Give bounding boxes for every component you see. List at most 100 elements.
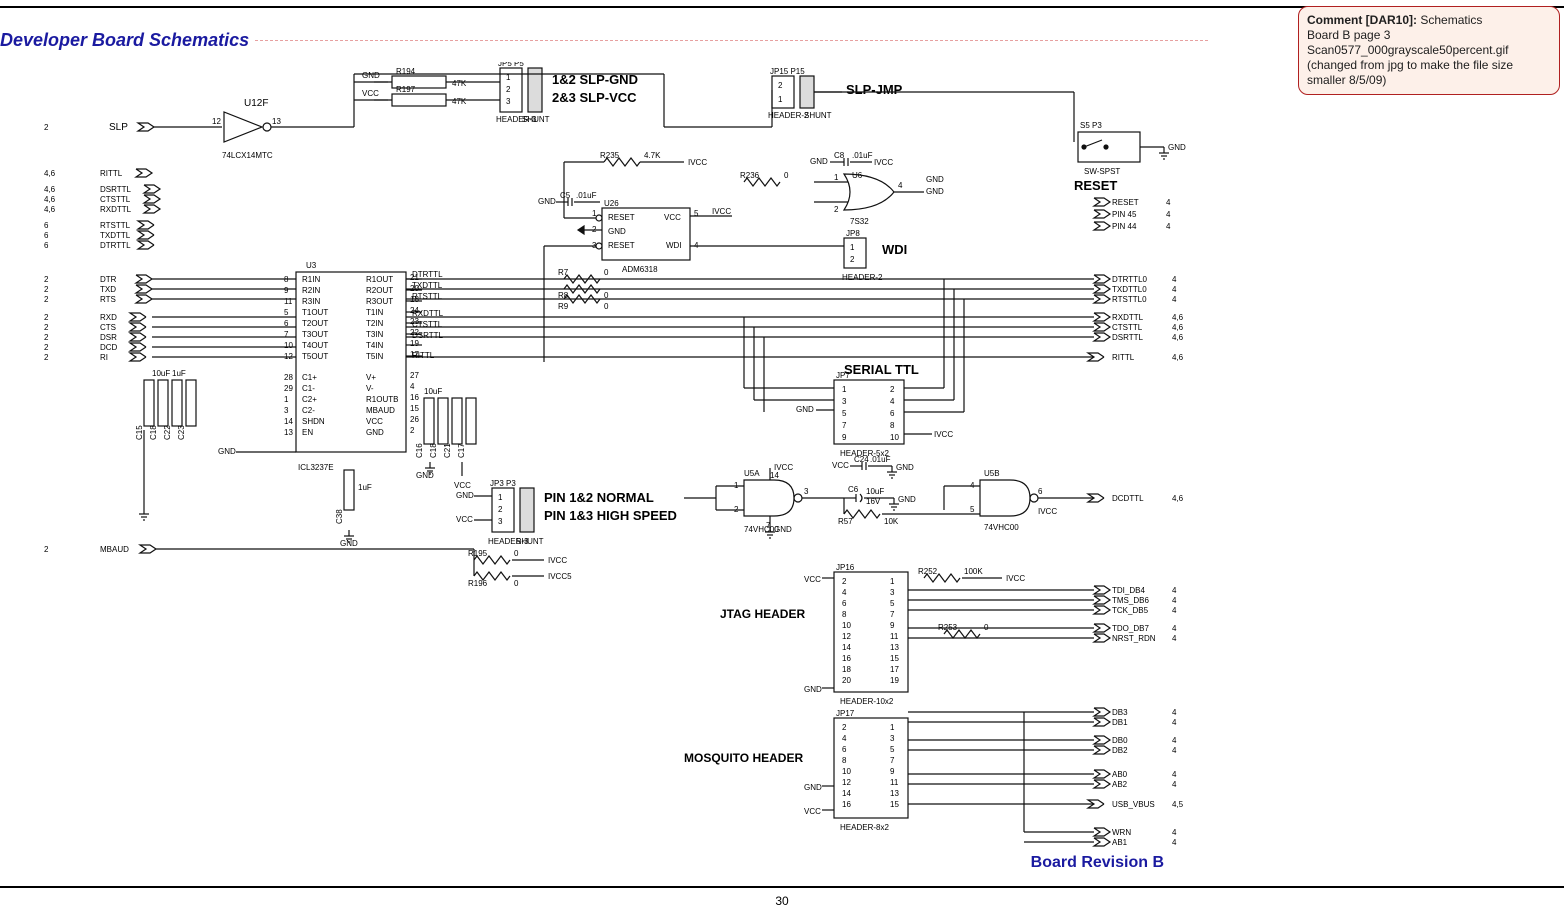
svg-text:14: 14: [842, 789, 851, 798]
svg-text:3: 3: [284, 406, 289, 415]
svg-text:NRST_RDN: NRST_RDN: [1112, 634, 1156, 643]
svg-text:DCD: DCD: [100, 343, 118, 352]
svg-text:9: 9: [890, 621, 895, 630]
svg-text:SHDN: SHDN: [302, 417, 325, 426]
svg-text:VCC: VCC: [456, 515, 473, 524]
svg-text:HEADER-2: HEADER-2: [768, 111, 809, 120]
svg-text:.01uF: .01uF: [870, 455, 891, 464]
svg-text:6: 6: [44, 231, 49, 240]
svg-text:2: 2: [44, 353, 49, 362]
svg-text:2: 2: [44, 275, 49, 284]
svg-text:DTRTTL: DTRTTL: [100, 241, 131, 250]
svg-text:1: 1: [778, 95, 783, 104]
svg-text:4: 4: [898, 181, 903, 190]
svg-text:VCC: VCC: [454, 481, 471, 490]
svg-text:2: 2: [44, 295, 49, 304]
svg-text:R1OUTB: R1OUTB: [366, 395, 398, 404]
svg-text:GND: GND: [926, 187, 944, 196]
svg-text:R9: R9: [558, 302, 569, 311]
svg-text:SW-SPST: SW-SPST: [1084, 167, 1120, 176]
svg-text:SLP: SLP: [109, 122, 128, 133]
svg-text:12: 12: [842, 778, 851, 787]
svg-text:4,6: 4,6: [44, 195, 56, 204]
svg-text:RTSTTL: RTSTTL: [100, 221, 131, 230]
svg-text:10uF: 10uF: [866, 487, 884, 496]
svg-text:7: 7: [284, 330, 289, 339]
svg-text:10uF: 10uF: [424, 387, 442, 396]
svg-text:JP16: JP16: [836, 563, 855, 572]
svg-text:C21: C21: [443, 443, 452, 458]
svg-text:DCDTTL: DCDTTL: [1112, 494, 1144, 503]
svg-text:AB2: AB2: [1112, 780, 1128, 789]
svg-text:CTSTTL: CTSTTL: [1112, 323, 1143, 332]
svg-text:GND: GND: [898, 495, 916, 504]
board-revision: Board Revision B: [1031, 854, 1164, 872]
svg-text:VCC: VCC: [804, 575, 821, 584]
svg-text:GND: GND: [416, 471, 434, 480]
svg-text:VCC: VCC: [664, 213, 681, 222]
svg-text:3: 3: [506, 97, 511, 106]
svg-text:R2IN: R2IN: [302, 286, 320, 295]
svg-text:18: 18: [842, 665, 851, 674]
svg-text:TXD: TXD: [100, 285, 116, 294]
svg-text:GND: GND: [796, 405, 814, 414]
svg-text:100K: 100K: [964, 567, 983, 576]
svg-text:RITTL: RITTL: [100, 169, 123, 178]
svg-text:9: 9: [890, 767, 895, 776]
svg-text:5: 5: [694, 209, 699, 218]
svg-text:8: 8: [890, 421, 895, 430]
svg-text:R2OUT: R2OUT: [366, 286, 393, 295]
svg-text:4: 4: [1172, 770, 1177, 779]
svg-text:4: 4: [842, 588, 847, 597]
svg-text:1: 1: [834, 173, 839, 182]
svg-text:GND: GND: [810, 157, 828, 166]
svg-text:MBAUD: MBAUD: [100, 545, 129, 554]
svg-text:RESET: RESET: [608, 213, 635, 222]
svg-text:RTSTTL: RTSTTL: [412, 292, 443, 301]
svg-text:TXDTTL: TXDTTL: [412, 281, 443, 290]
svg-text:VCC: VCC: [366, 417, 383, 426]
svg-text:0: 0: [784, 171, 789, 180]
svg-text:DSRTTL: DSRTTL: [412, 331, 444, 340]
comment-line1: Schematics: [1420, 13, 1482, 27]
svg-text:RXDTTL: RXDTTL: [412, 309, 444, 318]
svg-text:2: 2: [842, 577, 847, 586]
svg-text:16: 16: [410, 393, 419, 402]
svg-text:C6: C6: [848, 485, 859, 494]
svg-text:JTAG HEADER: JTAG HEADER: [720, 607, 805, 621]
svg-text:5: 5: [970, 505, 975, 514]
svg-text:1&2 SLP-GND: 1&2 SLP-GND: [552, 72, 638, 87]
svg-text:.01uF: .01uF: [576, 191, 597, 200]
svg-text:DSRTTL: DSRTTL: [100, 185, 132, 194]
svg-text:47K: 47K: [452, 79, 467, 88]
svg-text:DB3: DB3: [1112, 708, 1128, 717]
svg-text:6: 6: [890, 409, 895, 418]
svg-text:T1OUT: T1OUT: [302, 308, 328, 317]
svg-text:R236: R236: [740, 171, 760, 180]
svg-text:R197: R197: [396, 85, 416, 94]
svg-text:13: 13: [272, 117, 281, 126]
svg-text:U5B: U5B: [984, 469, 1000, 478]
svg-text:JP5 P5: JP5 P5: [498, 62, 524, 68]
svg-text:R7: R7: [558, 268, 569, 277]
svg-text:4: 4: [1172, 624, 1177, 633]
svg-text:3: 3: [890, 588, 895, 597]
page-number: 30: [0, 894, 1564, 908]
svg-text:T4OUT: T4OUT: [302, 341, 328, 350]
svg-text:PIN 44: PIN 44: [1112, 222, 1137, 231]
svg-text:15: 15: [890, 800, 899, 809]
svg-text:C16: C16: [415, 443, 424, 458]
svg-text:2: 2: [44, 323, 49, 332]
svg-text:IVCC: IVCC: [688, 158, 707, 167]
svg-text:CTSTTL: CTSTTL: [100, 195, 131, 204]
svg-text:WRN: WRN: [1112, 828, 1131, 837]
svg-text:27: 27: [410, 371, 419, 380]
svg-text:DB1: DB1: [1112, 718, 1128, 727]
svg-text:GND: GND: [366, 428, 384, 437]
svg-text:2: 2: [506, 85, 511, 94]
svg-text:PIN 1&3 HIGH SPEED: PIN 1&3 HIGH SPEED: [544, 508, 677, 523]
svg-text:RXDTTL: RXDTTL: [1112, 313, 1144, 322]
svg-text:28: 28: [284, 373, 293, 382]
svg-text:CTSTTL: CTSTTL: [412, 320, 443, 329]
svg-text:RXD: RXD: [100, 313, 117, 322]
